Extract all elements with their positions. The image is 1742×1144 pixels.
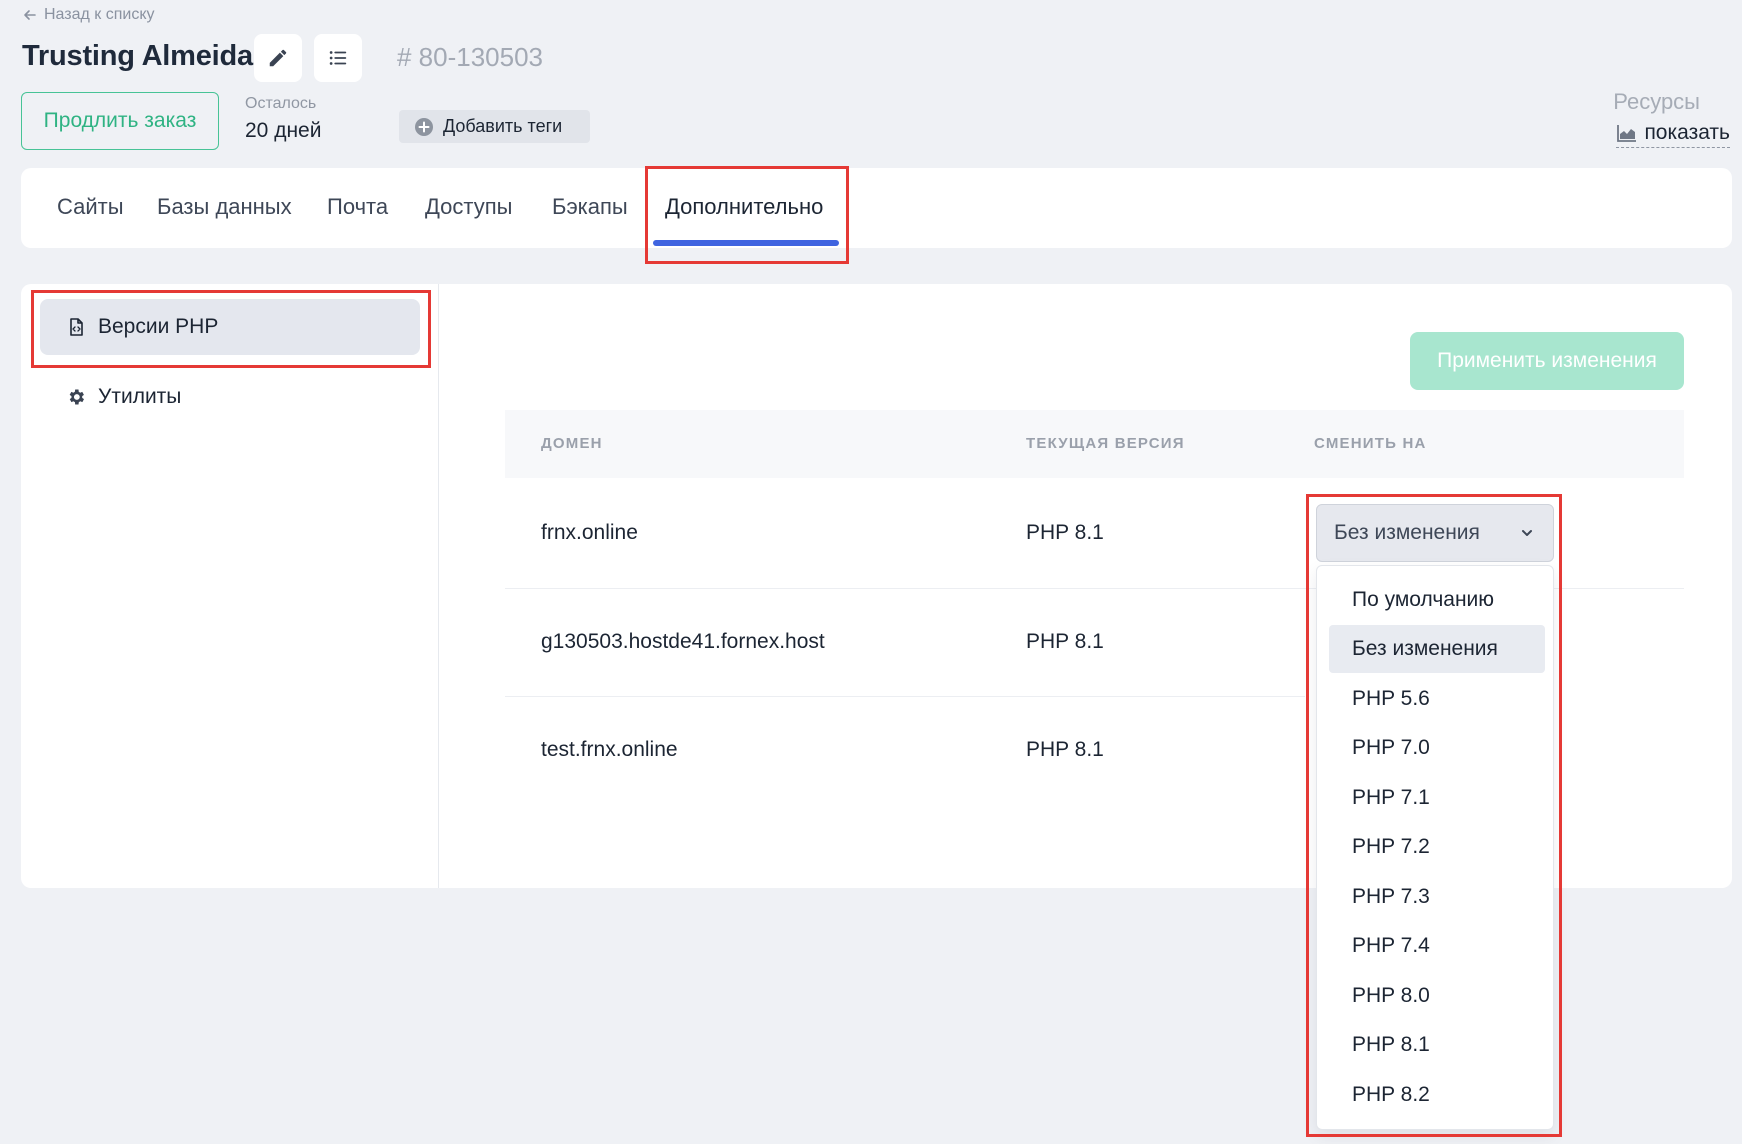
- pencil-icon: [269, 49, 287, 67]
- back-link[interactable]: Назад к списку: [22, 6, 155, 24]
- plus-circle-icon: [415, 117, 433, 136]
- dropdown-option-php-7-3[interactable]: PHP 7.3: [1329, 873, 1545, 921]
- renew-order-button[interactable]: Продлить заказ: [21, 92, 219, 150]
- tab-databases[interactable]: Базы данных: [157, 194, 292, 220]
- tab-access[interactable]: Доступы: [425, 194, 512, 220]
- code-file-icon: [70, 318, 83, 336]
- active-tab-indicator: [653, 240, 839, 246]
- dropdown-option-default[interactable]: По умолчанию: [1329, 576, 1545, 624]
- tab-sites[interactable]: Сайты: [57, 194, 124, 220]
- apply-changes-button[interactable]: Применить изменения: [1410, 332, 1684, 390]
- sidebar-item-label: Утилиты: [98, 385, 182, 408]
- sidebar-divider: [438, 284, 439, 888]
- table-row-current-version: PHP 8.1: [1026, 630, 1104, 653]
- dropdown-option-no-change[interactable]: Без изменения: [1329, 625, 1545, 673]
- arrow-left-icon: [24, 10, 36, 20]
- row-divider: [505, 696, 1305, 697]
- dropdown-option-php-7-1[interactable]: PHP 7.1: [1329, 774, 1545, 822]
- tab-additional[interactable]: Дополнительно: [665, 194, 823, 220]
- column-header-change-to: СМЕНИТЬ НА: [1314, 435, 1427, 452]
- column-header-current-version: ТЕКУЩАЯ ВЕРСИЯ: [1026, 435, 1185, 452]
- select-value: Без изменения: [1334, 521, 1480, 544]
- table-row-current-version: PHP 8.1: [1026, 521, 1104, 544]
- table-row-current-version: PHP 8.1: [1026, 738, 1104, 761]
- dropdown-option-php-8-1[interactable]: PHP 8.1: [1329, 1021, 1545, 1069]
- order-id: # 80-130503: [397, 42, 544, 72]
- chevron-down-icon: [1522, 530, 1532, 536]
- php-version-dropdown: По умолчанию Без изменения PHP 5.6 PHP 7…: [1316, 565, 1554, 1130]
- resources-show-link[interactable]: показать: [1616, 121, 1730, 148]
- back-link-label: Назад к списку: [44, 6, 155, 23]
- dropdown-option-php-7-0[interactable]: PHP 7.0: [1329, 724, 1545, 772]
- add-tags-button[interactable]: Добавить теги: [399, 110, 590, 143]
- sidebar-item-php-versions[interactable]: Версии PHP: [40, 299, 420, 355]
- dropdown-option-php-8-0[interactable]: PHP 8.0: [1329, 972, 1545, 1020]
- column-header-domain: ДОМЕН: [541, 435, 603, 452]
- table-row-domain: g130503.hostde41.fornex.host: [541, 630, 825, 653]
- page-title: Trusting Almeida: [22, 40, 253, 72]
- edit-button[interactable]: [254, 34, 302, 82]
- dropdown-option-php-7-4[interactable]: PHP 7.4: [1329, 922, 1545, 970]
- remaining-label: Осталось: [245, 95, 317, 112]
- dropdown-option-php-8-2[interactable]: PHP 8.2: [1329, 1071, 1545, 1119]
- php-version-select[interactable]: Без изменения: [1316, 504, 1554, 562]
- dropdown-option-php-7-2[interactable]: PHP 7.2: [1329, 823, 1545, 871]
- tab-mail[interactable]: Почта: [327, 194, 388, 220]
- dropdown-option-php-5-6[interactable]: PHP 5.6: [1329, 675, 1545, 723]
- area-chart-icon: [1617, 125, 1637, 142]
- add-tags-label: Добавить теги: [443, 116, 563, 136]
- table-row-domain: frnx.online: [541, 521, 638, 544]
- remaining-value: 20 дней: [245, 119, 322, 142]
- gear-icon: [69, 389, 84, 405]
- sidebar-item-utilities[interactable]: Утилиты: [40, 369, 420, 425]
- list-icon: [329, 51, 347, 65]
- tab-backups[interactable]: Бэкапы: [552, 194, 628, 220]
- sidebar-item-label: Версии PHP: [98, 315, 219, 338]
- resources-label: Ресурсы: [1613, 89, 1700, 114]
- table-row-domain: test.frnx.online: [541, 738, 678, 761]
- resources-show-label: показать: [1644, 121, 1730, 144]
- list-button[interactable]: [314, 34, 362, 82]
